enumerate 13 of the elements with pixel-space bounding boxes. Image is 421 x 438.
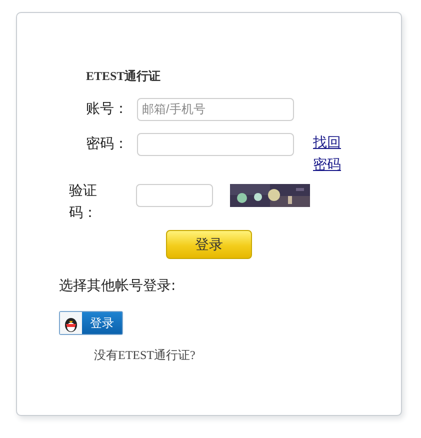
register-prompt: 没有ETEST通行证? xyxy=(94,347,196,364)
account-label: 账号： xyxy=(86,100,129,120)
captcha-label: 验证码： xyxy=(69,182,98,224)
password-label: 密码： xyxy=(86,135,129,154)
password-field[interactable] xyxy=(137,132,294,156)
form-title: ETEST通行证 xyxy=(86,68,161,85)
captcha-field[interactable] xyxy=(136,184,213,208)
other-login-label: 选择其他帐号登录: xyxy=(59,277,176,296)
account-field[interactable]: 邮箱/手机号 xyxy=(137,98,294,121)
penguin-icon xyxy=(60,312,82,334)
forgot-password-link[interactable]: 找回密码 xyxy=(313,132,342,176)
qq-login-button[interactable]: 登录 xyxy=(59,311,123,336)
login-button[interactable]: 登录 xyxy=(166,230,252,260)
